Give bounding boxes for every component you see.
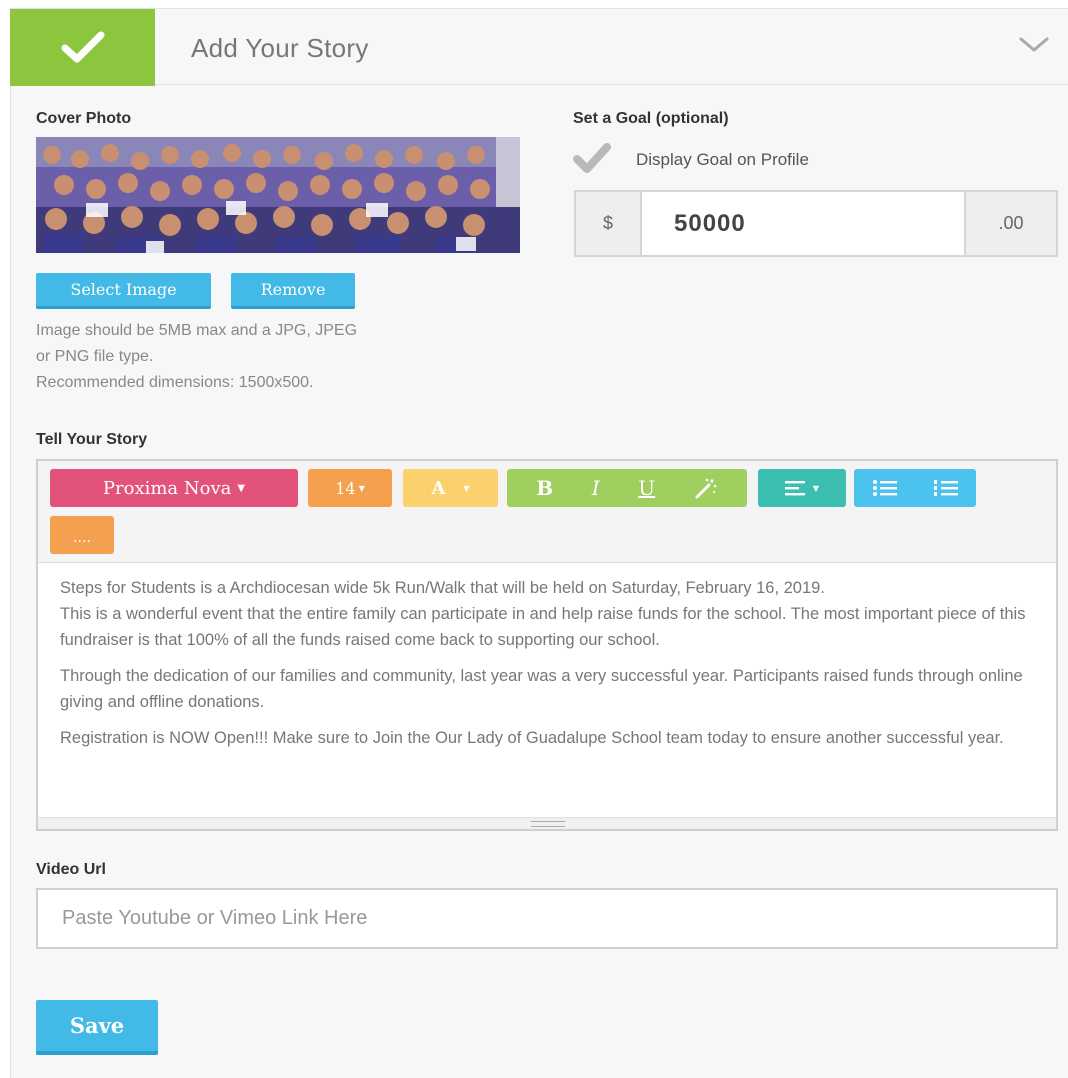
cover-photo-image: [36, 137, 520, 253]
save-button[interactable]: Save: [36, 1000, 158, 1055]
video-url-input[interactable]: [36, 888, 1058, 949]
accordion-header[interactable]: Add Your Story: [10, 8, 1068, 86]
resize-grip-icon: [531, 821, 565, 827]
caret-down-icon: ▼: [237, 482, 246, 494]
group-photo-illustration: [36, 137, 520, 253]
display-goal-label: Display Goal on Profile: [636, 150, 809, 169]
story-editor: Proxima Nova ▼ 14 ▼ A ▼ B I U ▼ .... Ste…: [36, 459, 1058, 831]
help-line: or PNG file type.: [36, 348, 154, 365]
goal-amount-input[interactable]: 50000: [642, 190, 964, 257]
help-line: Image should be 5MB max and a JPG, JPEG: [36, 322, 358, 339]
set-goal-label: Set a Goal (optional): [573, 110, 729, 127]
editor-resize-handle[interactable]: [38, 817, 1056, 829]
display-goal-checkbox[interactable]: [573, 143, 611, 175]
align-dropdown[interactable]: ▼: [758, 469, 846, 507]
tell-story-label: Tell Your Story: [36, 431, 148, 448]
story-paragraph: Through the dedication of our families a…: [60, 667, 1023, 711]
completed-status-box: [10, 9, 155, 86]
font-family-value: Proxima Nova: [102, 477, 232, 499]
bullet-list-icon[interactable]: [872, 479, 898, 497]
video-url-label: Video Url: [36, 861, 106, 878]
editor-toolbar: Proxima Nova ▼ 14 ▼ A ▼ B I U ▼ ....: [38, 461, 1056, 563]
currency-addon: $: [574, 190, 642, 257]
italic-button[interactable]: I: [592, 476, 600, 500]
cents-addon: .00: [964, 190, 1058, 257]
underline-button[interactable]: U: [638, 476, 655, 500]
align-left-icon: [784, 481, 805, 496]
more-options-button[interactable]: ....: [50, 516, 114, 554]
list-button-group: [854, 469, 976, 507]
magic-wand-icon[interactable]: [694, 477, 718, 499]
font-size-value: 14: [335, 478, 356, 498]
remove-image-button[interactable]: Remove: [231, 273, 355, 309]
chevron-down-icon[interactable]: [1018, 35, 1050, 55]
select-image-button[interactable]: Select Image: [36, 273, 211, 309]
story-text: Steps for Students is a Archdiocesan wid…: [60, 579, 825, 597]
section-title: Add Your Story: [191, 33, 369, 63]
goal-amount-group: $ 50000 .00: [574, 190, 1058, 257]
cover-photo-label: Cover Photo: [36, 110, 132, 127]
story-content-area[interactable]: Steps for Students is a Archdiocesan wid…: [38, 563, 1056, 819]
story-paragraph: This is a wonderful event that the entir…: [60, 605, 1026, 649]
story-paragraph: Registration is NOW Open!!! Make sure to…: [60, 729, 1004, 747]
font-size-dropdown[interactable]: 14 ▼: [308, 469, 392, 507]
font-family-dropdown[interactable]: Proxima Nova ▼: [50, 469, 298, 507]
help-line: Recommended dimensions: 1500x500.: [36, 374, 314, 391]
format-button-group: B I U: [507, 469, 747, 507]
caret-down-icon: ▼: [358, 483, 365, 493]
caret-down-icon: ▼: [812, 483, 820, 493]
bold-button[interactable]: B: [536, 476, 553, 500]
image-help-text: Image should be 5MB max and a JPG, JPEG …: [36, 318, 526, 396]
caret-down-icon: ▼: [463, 483, 470, 493]
story-paragraph: Steps for Students is a Archdiocesan wid…: [60, 575, 1034, 601]
checkmark-icon: [61, 31, 104, 62]
font-color-dropdown[interactable]: A ▼: [403, 469, 498, 507]
numbered-list-icon[interactable]: [933, 479, 959, 497]
font-color-icon: A: [431, 477, 446, 499]
